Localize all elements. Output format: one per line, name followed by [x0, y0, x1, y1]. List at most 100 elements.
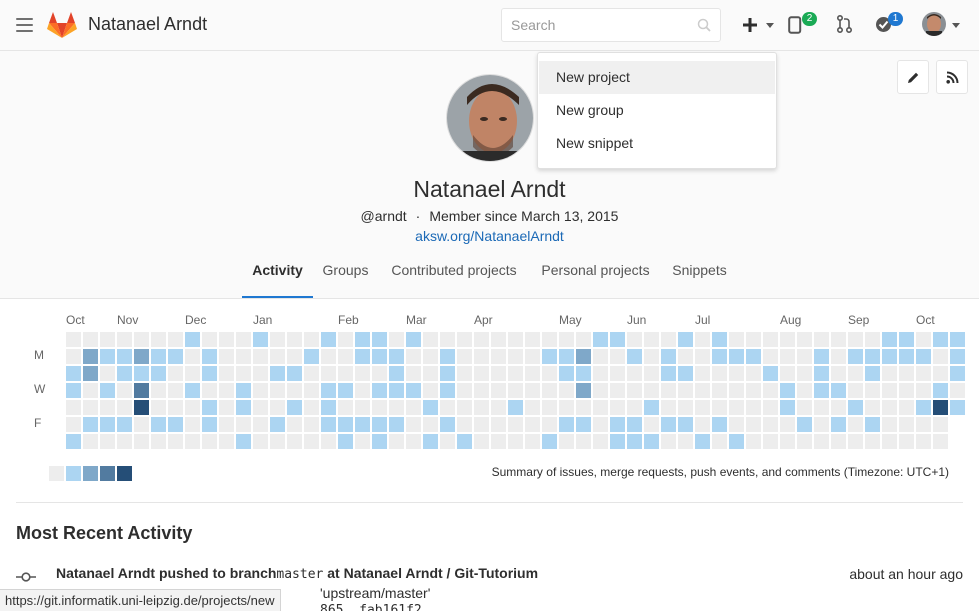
event-commit-range[interactable]: 865..fab161f2 [320, 603, 422, 611]
calendar-day-cell[interactable] [644, 366, 659, 381]
search-box[interactable] [501, 8, 721, 42]
calendar-day-cell[interactable] [321, 349, 336, 364]
calendar-day-cell[interactable] [627, 349, 642, 364]
calendar-day-cell[interactable] [695, 383, 710, 398]
calendar-day-cell[interactable] [848, 366, 863, 381]
calendar-day-cell[interactable] [372, 400, 387, 415]
calendar-day-cell[interactable] [882, 332, 897, 347]
calendar-day-cell[interactable] [865, 349, 880, 364]
calendar-day-cell[interactable] [100, 400, 115, 415]
calendar-day-cell[interactable] [338, 417, 353, 432]
calendar-day-cell[interactable] [185, 349, 200, 364]
calendar-day-cell[interactable] [746, 332, 761, 347]
calendar-day-cell[interactable] [457, 434, 472, 449]
calendar-day-cell[interactable] [933, 366, 948, 381]
calendar-day-cell[interactable] [236, 383, 251, 398]
calendar-day-cell[interactable] [729, 434, 744, 449]
calendar-day-cell[interactable] [304, 400, 319, 415]
calendar-day-cell[interactable] [202, 366, 217, 381]
calendar-day-cell[interactable] [491, 400, 506, 415]
calendar-day-cell[interactable] [525, 417, 540, 432]
calendar-day-cell[interactable] [780, 434, 795, 449]
calendar-day-cell[interactable] [168, 417, 183, 432]
calendar-day-cell[interactable] [253, 349, 268, 364]
calendar-day-cell[interactable] [644, 349, 659, 364]
calendar-day-cell[interactable] [440, 366, 455, 381]
calendar-day-cell[interactable] [950, 383, 965, 398]
calendar-day-cell[interactable] [474, 349, 489, 364]
calendar-day-cell[interactable] [372, 366, 387, 381]
calendar-day-cell[interactable] [117, 383, 132, 398]
calendar-day-cell[interactable] [457, 366, 472, 381]
calendar-day-cell[interactable] [134, 417, 149, 432]
calendar-day-cell[interactable] [661, 366, 676, 381]
calendar-day-cell[interactable] [253, 366, 268, 381]
calendar-day-cell[interactable] [865, 383, 880, 398]
calendar-day-cell[interactable] [916, 332, 931, 347]
calendar-day-cell[interactable] [219, 332, 234, 347]
calendar-day-cell[interactable] [508, 434, 523, 449]
calendar-day-cell[interactable] [525, 366, 540, 381]
calendar-day-cell[interactable] [831, 400, 846, 415]
calendar-day-cell[interactable] [508, 332, 523, 347]
calendar-day-cell[interactable] [100, 366, 115, 381]
calendar-day-cell[interactable] [338, 366, 353, 381]
calendar-day-cell[interactable] [695, 366, 710, 381]
calendar-day-cell[interactable] [457, 332, 472, 347]
calendar-day-cell[interactable] [100, 434, 115, 449]
calendar-day-cell[interactable] [559, 332, 574, 347]
calendar-day-cell[interactable] [712, 434, 727, 449]
calendar-day-cell[interactable] [338, 383, 353, 398]
calendar-day-cell[interactable] [236, 417, 251, 432]
calendar-day-cell[interactable] [882, 434, 897, 449]
calendar-day-cell[interactable] [423, 434, 438, 449]
calendar-day-cell[interactable] [814, 434, 829, 449]
calendar-day-cell[interactable] [355, 332, 370, 347]
navbar-title[interactable]: Natanael Arndt [88, 14, 207, 35]
calendar-day-cell[interactable] [678, 366, 693, 381]
calendar-day-cell[interactable] [372, 417, 387, 432]
calendar-day-cell[interactable] [712, 400, 727, 415]
calendar-day-cell[interactable] [270, 332, 285, 347]
calendar-day-cell[interactable] [678, 400, 693, 415]
calendar-day-cell[interactable] [882, 349, 897, 364]
calendar-day-cell[interactable] [440, 349, 455, 364]
calendar-day-cell[interactable] [593, 383, 608, 398]
calendar-day-cell[interactable] [899, 417, 914, 432]
calendar-day-cell[interactable] [627, 332, 642, 347]
calendar-day-cell[interactable] [423, 400, 438, 415]
calendar-day-cell[interactable] [253, 383, 268, 398]
calendar-day-cell[interactable] [627, 383, 642, 398]
calendar-day-cell[interactable] [440, 400, 455, 415]
calendar-day-cell[interactable] [848, 434, 863, 449]
calendar-day-cell[interactable] [593, 417, 608, 432]
calendar-day-cell[interactable] [848, 417, 863, 432]
calendar-day-cell[interactable] [780, 349, 795, 364]
calendar-day-cell[interactable] [746, 366, 761, 381]
calendar-day-cell[interactable] [406, 349, 421, 364]
calendar-day-cell[interactable] [661, 383, 676, 398]
calendar-day-cell[interactable] [610, 417, 625, 432]
calendar-day-cell[interactable] [491, 383, 506, 398]
calendar-day-cell[interactable] [576, 366, 591, 381]
calendar-day-cell[interactable] [831, 332, 846, 347]
calendar-day-cell[interactable] [406, 383, 421, 398]
calendar-day-cell[interactable] [525, 349, 540, 364]
calendar-day-cell[interactable] [763, 434, 778, 449]
calendar-day-cell[interactable] [321, 366, 336, 381]
calendar-day-cell[interactable] [797, 400, 812, 415]
tab-contributed-projects[interactable]: Contributed projects [383, 250, 525, 298]
calendar-day-cell[interactable] [814, 349, 829, 364]
calendar-day-cell[interactable] [389, 417, 404, 432]
calendar-day-cell[interactable] [219, 400, 234, 415]
calendar-day-cell[interactable] [219, 383, 234, 398]
calendar-day-cell[interactable] [134, 332, 149, 347]
calendar-day-cell[interactable] [83, 349, 98, 364]
calendar-day-cell[interactable] [355, 366, 370, 381]
calendar-day-cell[interactable] [797, 383, 812, 398]
calendar-day-cell[interactable] [83, 417, 98, 432]
calendar-day-cell[interactable] [780, 332, 795, 347]
calendar-day-cell[interactable] [406, 332, 421, 347]
calendar-day-cell[interactable] [321, 434, 336, 449]
calendar-day-cell[interactable] [695, 332, 710, 347]
